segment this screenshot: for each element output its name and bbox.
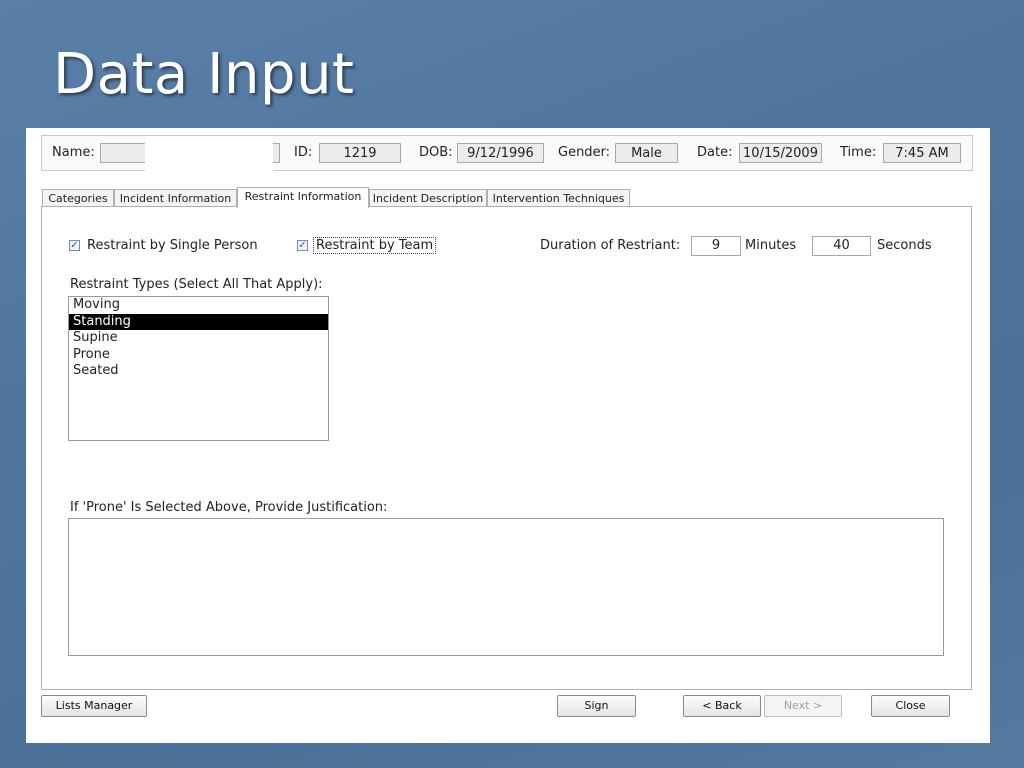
team-label: Restraint by Team xyxy=(313,237,437,254)
duration-label: Duration of Restriant: xyxy=(540,238,681,253)
data-input-window: Name: ID: 1219 DOB: 9/12/1996 Gender: Ma… xyxy=(26,128,990,743)
restraint-types-listbox[interactable]: Moving Standing Supine Prone Seated xyxy=(68,296,329,441)
date-label: Date: xyxy=(697,145,733,160)
tab-incident-description[interactable]: Incident Description xyxy=(369,189,487,207)
slide-title: Data Input xyxy=(53,42,355,107)
team-checkbox[interactable]: ✓ xyxy=(297,240,308,251)
gender-label: Gender: xyxy=(558,145,611,160)
list-item[interactable]: Seated xyxy=(69,363,328,380)
close-button[interactable]: Close xyxy=(871,695,950,717)
name-label: Name: xyxy=(52,145,95,160)
restraint-types-label: Restraint Types (Select All That Apply): xyxy=(70,277,323,292)
next-button[interactable]: Next > xyxy=(764,695,842,717)
date-field[interactable]: 10/15/2009 xyxy=(739,143,822,163)
time-field[interactable]: 7:45 AM xyxy=(883,143,961,163)
id-field[interactable]: 1219 xyxy=(319,143,401,163)
justification-label: If 'Prone' Is Selected Above, Provide Ju… xyxy=(70,500,388,515)
list-item[interactable]: Supine xyxy=(69,330,328,347)
justification-textarea[interactable] xyxy=(68,518,944,656)
back-button[interactable]: < Back xyxy=(683,695,761,717)
seconds-label: Seconds xyxy=(877,238,932,253)
minutes-label: Minutes xyxy=(745,238,797,253)
tab-categories[interactable]: Categories xyxy=(42,189,114,207)
list-item[interactable]: Prone xyxy=(69,347,328,364)
tab-restraint-information[interactable]: Restraint Information xyxy=(237,187,369,208)
single-person-label: Restraint by Single Person xyxy=(87,238,258,253)
redaction-box xyxy=(145,136,273,176)
dob-field[interactable]: 9/12/1996 xyxy=(457,143,544,163)
tab-intervention-techniques[interactable]: Intervention Techniques xyxy=(487,189,630,207)
time-label: Time: xyxy=(840,145,877,160)
list-item-selected[interactable]: Standing xyxy=(69,313,328,330)
tab-incident-information[interactable]: Incident Information xyxy=(114,189,237,207)
restraint-panel: ✓ Restraint by Single Person ✓ Restraint… xyxy=(41,206,972,690)
id-label: ID: xyxy=(294,145,313,160)
dob-label: DOB: xyxy=(419,145,453,160)
patient-header: Name: ID: 1219 DOB: 9/12/1996 Gender: Ma… xyxy=(41,135,973,176)
sign-button[interactable]: Sign xyxy=(557,695,636,717)
single-person-checkbox[interactable]: ✓ xyxy=(69,240,80,251)
lists-manager-button[interactable]: Lists Manager xyxy=(41,695,147,717)
minutes-input[interactable]: 9 xyxy=(691,236,741,256)
seconds-input[interactable]: 40 xyxy=(812,236,871,256)
gender-field[interactable]: Male xyxy=(615,143,678,163)
list-item[interactable]: Moving xyxy=(69,297,328,314)
